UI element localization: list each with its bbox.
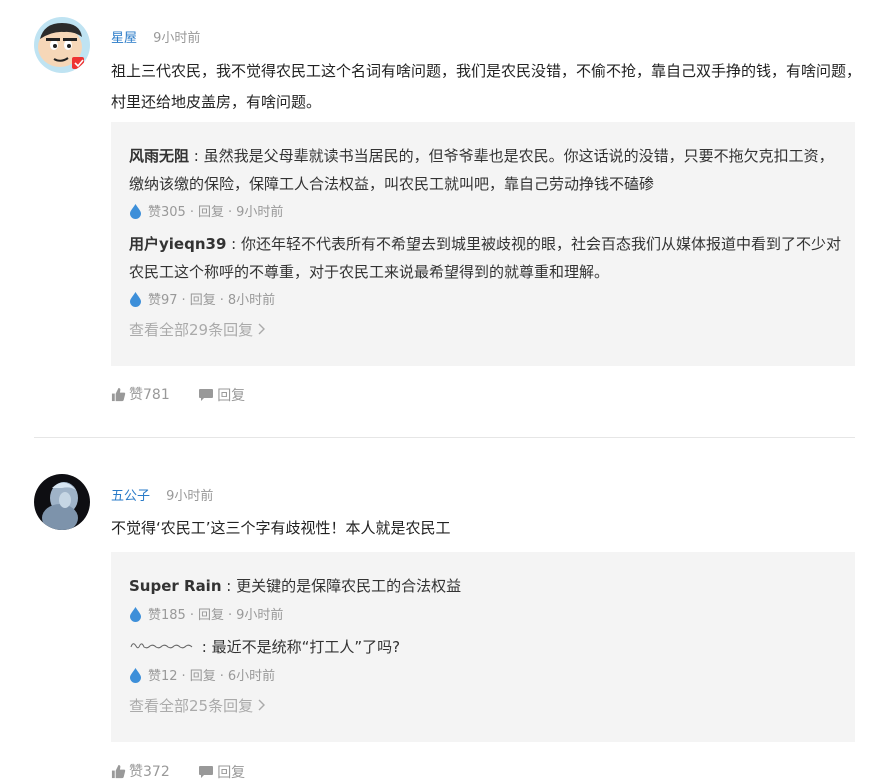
reply-time: 9小时前	[236, 205, 284, 220]
reply-comment-button[interactable]: 回复	[198, 385, 245, 405]
reply-button[interactable]: 回复	[190, 293, 216, 308]
like-count: 赞372	[129, 764, 170, 780]
reply-box: Super Rain : 更关键的是保障农民工的合法权益 赞185 · 回复 · 9小时…	[111, 552, 855, 742]
avatar-figure-icon	[34, 474, 90, 530]
reply-text: 更关键的是保障农民工的合法权益	[236, 577, 462, 595]
water-drop-icon[interactable]	[129, 291, 142, 307]
reply-author[interactable]: 风雨无阻	[129, 147, 189, 165]
comment-divider	[34, 437, 855, 438]
handwritten-username-icon[interactable]	[129, 639, 197, 653]
reply-like-count[interactable]: 赞185	[148, 608, 186, 623]
reply-item: Super Rain : 更关键的是保障农民工的合法权益	[129, 577, 462, 595]
comment-actions: 赞781 回复	[111, 384, 269, 406]
reply-author[interactable]: 用户yieqn39	[129, 235, 226, 253]
reply-like-count[interactable]: 赞97	[148, 293, 178, 308]
view-all-replies-link[interactable]: 查看全部29条回复	[129, 319, 266, 340]
avatar[interactable]	[34, 17, 90, 73]
reply-button[interactable]: 回复	[198, 205, 224, 220]
reply-comment-label: 回复	[217, 764, 246, 781]
like-button[interactable]: 赞372	[111, 761, 170, 781]
avatar-cartoon-icon	[34, 17, 90, 73]
reply-time: 6小时前	[227, 669, 276, 684]
chevron-right-icon	[258, 699, 265, 711]
comment-actions: 赞372 回复	[111, 761, 269, 783]
comment-text: 不觉得‘农民工’这三个字有歧视性！本人就是农民工	[111, 519, 451, 537]
reply-like-count[interactable]: 赞12	[148, 669, 178, 684]
thumbs-up-icon	[111, 387, 126, 401]
reply-meta: 赞97 · 回复 · 8小时前	[129, 289, 275, 308]
reply-meta: 赞305 · 回复 · 9小时前	[129, 201, 283, 220]
reply-meta: 赞185 · 回复 · 9小时前	[129, 604, 283, 623]
reply-like-count[interactable]: 赞305	[148, 205, 186, 220]
comment-author[interactable]: 五公子	[111, 489, 150, 504]
comment-time: 9小时前	[153, 31, 201, 46]
like-button[interactable]: 赞781	[111, 384, 170, 404]
reply-comment-label: 回复	[217, 387, 246, 404]
reply-comment-button[interactable]: 回复	[198, 762, 245, 782]
comment-text: 祖上三代农民，我不觉得农民工这个名词有啥问题，我们是农民没错，不偷不抢，靠自己双…	[111, 62, 862, 111]
thumbs-up-icon	[111, 764, 126, 778]
comment-author[interactable]: 星屋	[111, 31, 137, 46]
water-drop-icon[interactable]	[129, 203, 142, 219]
view-all-label: 查看全部29条回复	[129, 321, 254, 339]
view-all-label: 查看全部25条回复	[129, 697, 254, 715]
reply-text: 虽然我是父母辈就读书当居民的，但爷爷辈也是农民。你这话说的没错，只要不拖欠克扣工…	[129, 147, 834, 193]
comment-meta: 五公子 9小时前	[111, 485, 213, 504]
water-drop-icon[interactable]	[129, 606, 142, 622]
speech-bubble-icon	[199, 388, 214, 401]
comment: 星屋 9小时前 祖上三代农民，我不觉得农民工这个名词有啥问题，我们是农民没错，不…	[0, 0, 889, 440]
reply-button[interactable]: 回复	[190, 669, 216, 684]
reply-item: 风雨无阻 : 虽然我是父母辈就读书当居民的，但爷爷辈也是农民。你这话说的没错，只…	[129, 147, 834, 193]
like-count: 赞781	[129, 387, 170, 403]
reply-item: 用户yieqn39 : 你还年轻不代表所有不希望去到城里被歧视的眼，社会百态我们…	[129, 235, 841, 281]
reply-button[interactable]: 回复	[198, 608, 224, 623]
reply-text: 最近不是统称“打工人”了吗?	[211, 638, 401, 656]
speech-bubble-icon	[199, 765, 214, 778]
comment-meta: 星屋 9小时前	[111, 27, 200, 46]
comment: 五公子 9小时前 不觉得‘农民工’这三个字有歧视性！本人就是农民工 Super …	[0, 440, 889, 784]
reply-meta: 赞12 · 回复 · 6小时前	[129, 665, 275, 684]
avatar[interactable]	[34, 474, 90, 530]
view-all-replies-link[interactable]: 查看全部25条回复	[129, 695, 266, 716]
chevron-right-icon	[258, 323, 265, 335]
reply-author[interactable]: Super Rain	[129, 577, 222, 595]
reply-box: 风雨无阻 : 虽然我是父母辈就读书当居民的，但爷爷辈也是农民。你这话说的没错，只…	[111, 122, 855, 366]
reply-time: 9小时前	[236, 608, 284, 623]
reply-time: 8小时前	[227, 293, 276, 308]
water-drop-icon[interactable]	[129, 667, 142, 683]
reply-item: : 最近不是统称“打工人”了吗?	[129, 633, 841, 661]
comment-time: 9小时前	[166, 489, 214, 504]
